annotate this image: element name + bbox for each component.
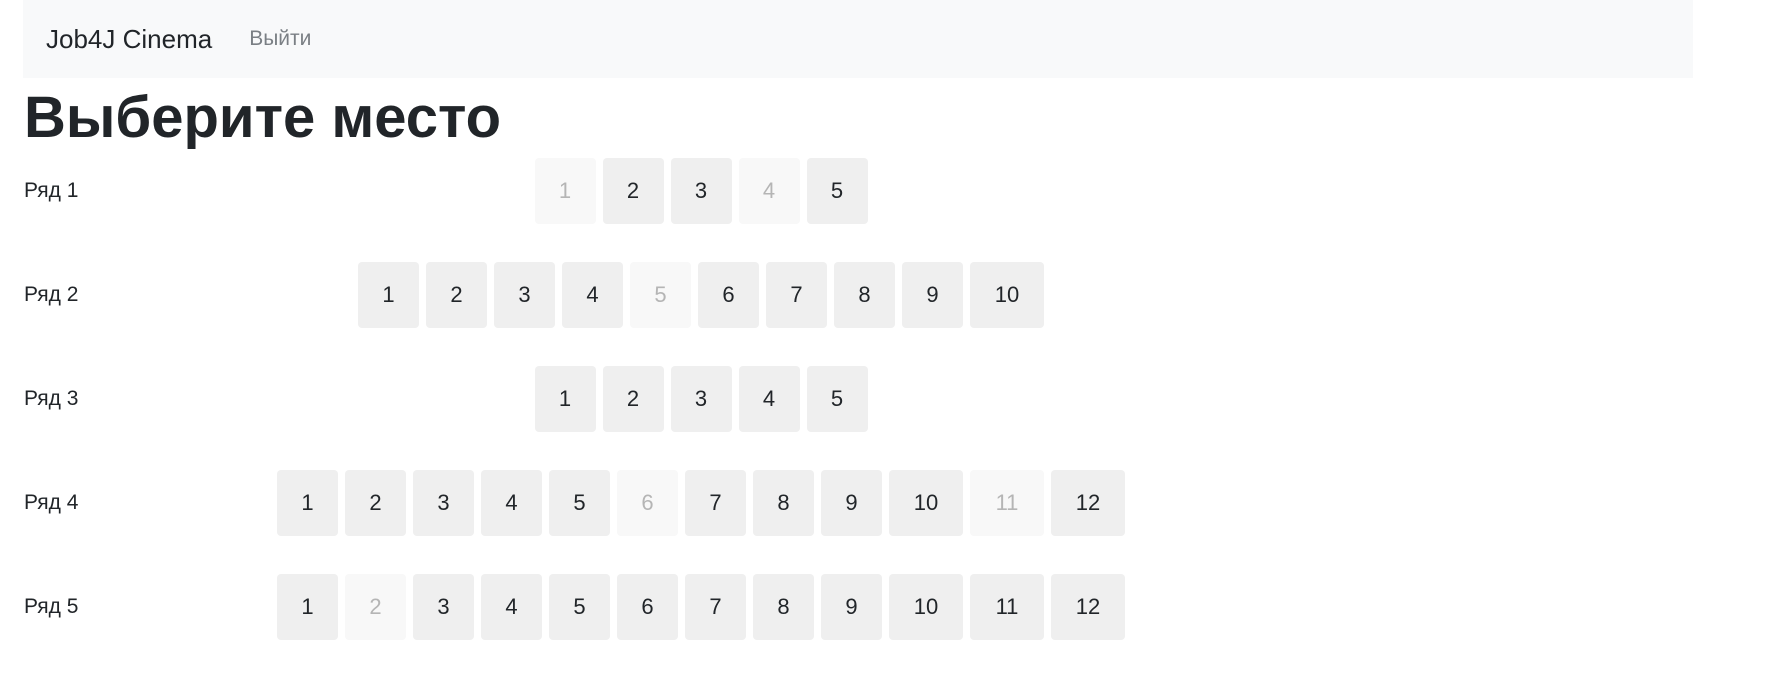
seat-button[interactable]: 8 (753, 470, 814, 536)
seat-button-taken: 6 (617, 470, 678, 536)
seat-button[interactable]: 9 (821, 470, 882, 536)
seat-button-taken: 2 (345, 574, 406, 640)
seat-button[interactable]: 8 (834, 262, 895, 328)
seat-button[interactable]: 1 (277, 574, 338, 640)
seat-group: 12345 (23, 158, 1379, 224)
seat-button[interactable]: 3 (413, 470, 474, 536)
seat-button[interactable]: 3 (670, 158, 732, 224)
seat-button[interactable]: 10 (889, 574, 963, 640)
seat-button[interactable]: 7 (685, 574, 746, 640)
seat-group: 1 2 3 4 5 6 7 8 9 10 11 12 (23, 574, 1379, 640)
seat-button-taken: 11 (970, 470, 1044, 536)
seat-button[interactable]: 4 (481, 574, 542, 640)
seat-button[interactable]: 8 (753, 574, 814, 640)
seat-button[interactable]: 7 (685, 470, 746, 536)
seat-row: Ряд 5 1 2 3 4 5 6 7 8 9 10 11 12 (23, 574, 1693, 678)
seat-button[interactable]: 11 (970, 574, 1044, 640)
seat-button[interactable]: 5 (549, 470, 610, 536)
seat-button[interactable]: 9 (821, 574, 882, 640)
seat-rows: Ряд 1 1 2 3 4 5 Ряд 2 1 2 3 4 5 6 7 8 9 10 Ряд 3 1 2 3 4 5 Ряд … (23, 158, 1693, 678)
seat-button[interactable]: 5 (806, 158, 868, 224)
page-title: Выберите место (24, 85, 502, 150)
navbar: Job4J Cinema Выйти (23, 0, 1693, 78)
seat-button[interactable]: 7 (766, 262, 827, 328)
seat-button[interactable]: 5 (806, 366, 868, 432)
seat-button[interactable]: 2 (345, 470, 406, 536)
seat-row: Ряд 312345 (23, 366, 1693, 470)
seat-row: Ряд 4 1 2 3 4 5 6 7 8 9 10 11 12 (23, 470, 1693, 574)
seat-button[interactable]: 3 (413, 574, 474, 640)
seat-group: 12345 (23, 366, 1379, 432)
seat-button[interactable]: 2 (602, 158, 664, 224)
logout-link[interactable]: Выйти (249, 27, 311, 51)
seat-button[interactable]: 1 (358, 262, 419, 328)
seat-button[interactable]: 12 (1051, 574, 1125, 640)
brand-link[interactable]: Job4J Cinema (46, 24, 212, 55)
seat-button-taken: 1 (534, 158, 596, 224)
seat-button[interactable]: 6 (617, 574, 678, 640)
seat-button[interactable]: 1 (534, 366, 596, 432)
seat-button[interactable]: 12 (1051, 470, 1125, 536)
seat-button[interactable]: 4 (562, 262, 623, 328)
seat-button[interactable]: 1 (277, 470, 338, 536)
seat-button[interactable]: 3 (670, 366, 732, 432)
seat-button-taken: 5 (630, 262, 691, 328)
seat-button[interactable]: 5 (549, 574, 610, 640)
seat-button[interactable]: 4 (738, 366, 800, 432)
seat-button[interactable]: 10 (889, 470, 963, 536)
seat-button[interactable]: 9 (902, 262, 963, 328)
seat-button[interactable]: 6 (698, 262, 759, 328)
seat-row: Ряд 2 1 2 3 4 5 6 7 8 9 10 (23, 262, 1693, 366)
page-container: Job4J Cinema Выйти Выберите место Ряд 11… (23, 0, 1693, 678)
seat-group: 1 2 3 4 5 6 7 8 9 10 (23, 262, 1379, 328)
seat-group: 1 2 3 4 5 6 7 8 9 10 11 12 (23, 470, 1379, 536)
seat-button[interactable]: 10 (970, 262, 1044, 328)
seat-button-taken: 4 (738, 158, 800, 224)
seat-row: Ряд 112345 (23, 158, 1693, 262)
seat-button[interactable]: 2 (602, 366, 664, 432)
seat-button[interactable]: 2 (426, 262, 487, 328)
seat-button[interactable]: 4 (481, 470, 542, 536)
seat-button[interactable]: 3 (494, 262, 555, 328)
